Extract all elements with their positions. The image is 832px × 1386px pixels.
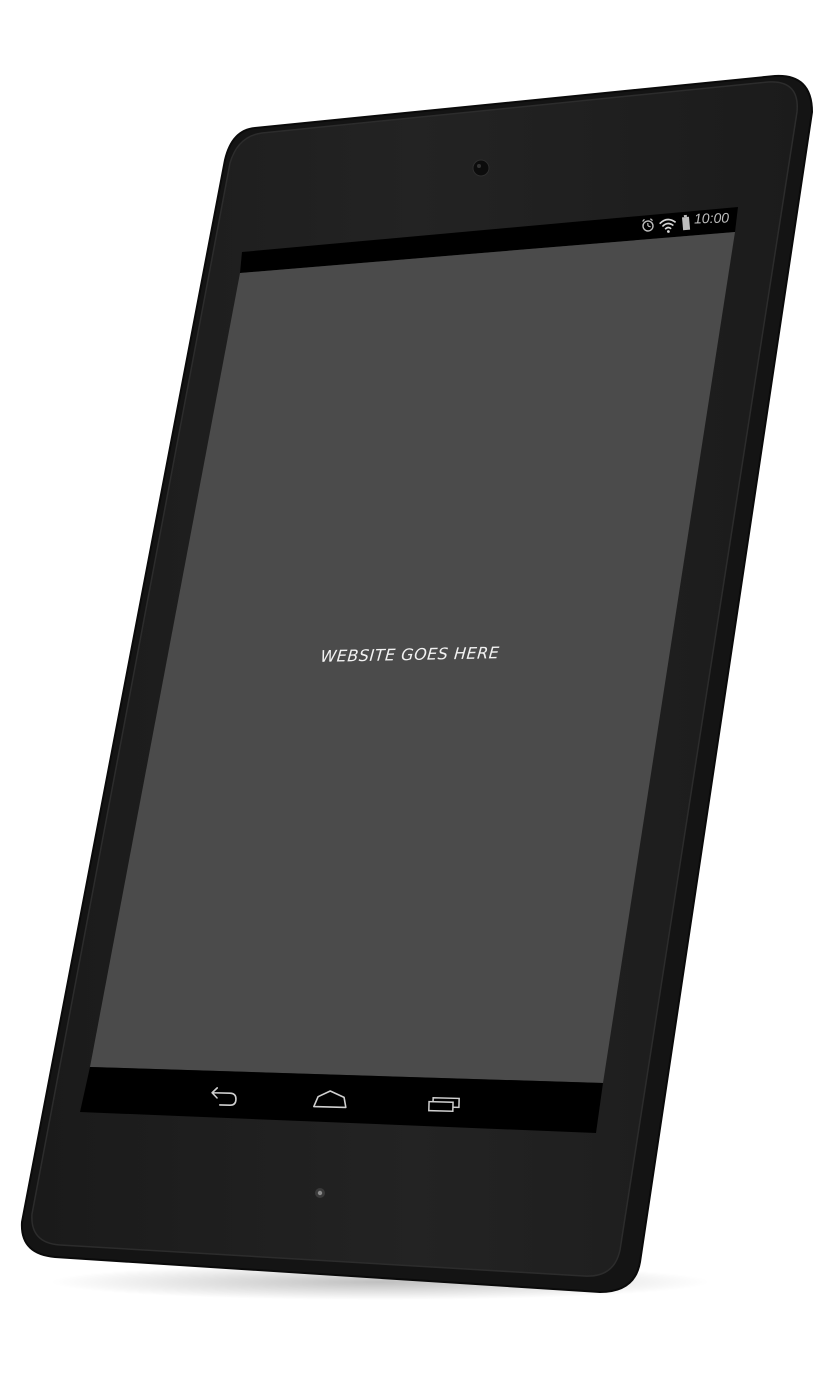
front-camera-icon bbox=[472, 159, 490, 177]
tablet-scene bbox=[20, 74, 814, 1300]
camera-lens-highlight bbox=[477, 164, 481, 168]
status-time: 10:00 bbox=[693, 209, 730, 227]
notification-led-glow bbox=[317, 1190, 323, 1196]
